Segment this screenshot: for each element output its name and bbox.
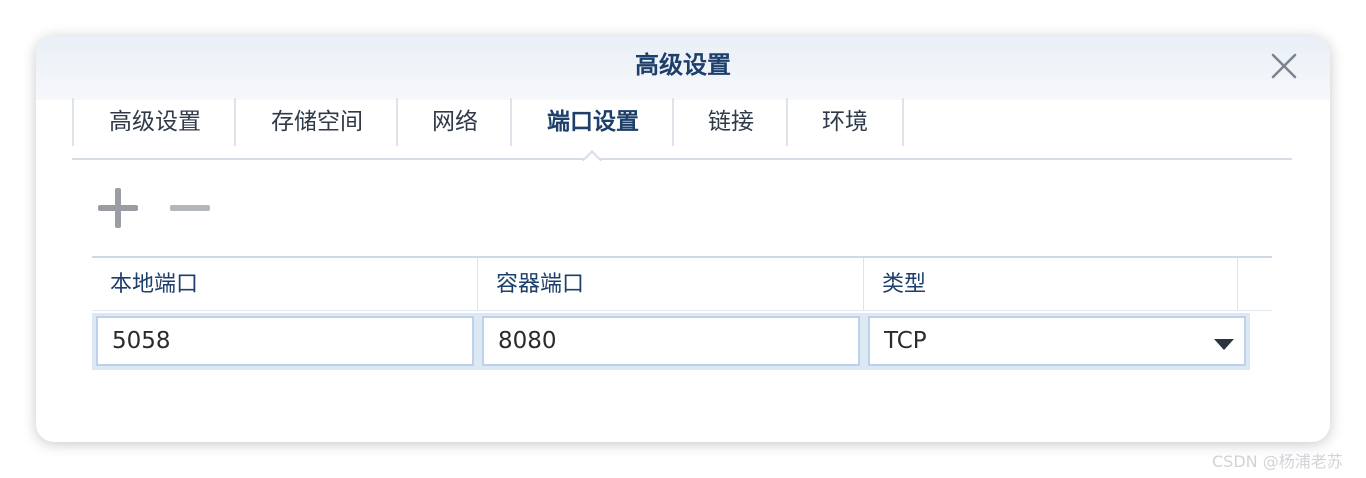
remove-port-button[interactable] xyxy=(168,186,212,230)
type-select[interactable]: TCP xyxy=(868,316,1246,366)
column-header-local-port[interactable]: 本地端口 xyxy=(92,258,478,310)
tab-storage[interactable]: 存储空间 xyxy=(234,98,398,146)
dialog-titlebar[interactable]: 高级设置 xyxy=(36,36,1330,100)
tab-network[interactable]: 网络 xyxy=(396,98,512,146)
add-port-button[interactable] xyxy=(96,186,140,230)
column-header-container-port[interactable]: 容器端口 xyxy=(478,258,864,310)
advanced-settings-dialog: 高级设置 高级设置 存储空间 网络 端口设置 链接 环境 本地端口 容器端口 类… xyxy=(36,36,1330,442)
close-icon xyxy=(1271,53,1297,79)
dialog-title: 高级设置 xyxy=(635,51,731,79)
type-select-value: TCP xyxy=(884,328,927,354)
port-table-header: 本地端口 容器端口 类型 xyxy=(92,258,1272,311)
plus-icon xyxy=(98,188,138,228)
chevron-down-icon xyxy=(1214,339,1234,350)
watermark-text: CSDN @杨浦老苏 xyxy=(1212,452,1343,471)
active-tab-indicator xyxy=(582,150,602,170)
tab-links[interactable]: 链接 xyxy=(672,98,788,146)
column-header-type[interactable]: 类型 xyxy=(864,258,1238,310)
container-port-input[interactable]: 8080 xyxy=(482,316,860,366)
tab-port-settings[interactable]: 端口设置 xyxy=(510,98,674,146)
close-button[interactable] xyxy=(1270,52,1298,80)
local-port-input[interactable]: 5058 xyxy=(96,316,474,366)
minus-icon xyxy=(170,205,210,211)
port-table: 本地端口 容器端口 类型 5058 8080 TCP xyxy=(92,256,1272,370)
tab-environment[interactable]: 环境 xyxy=(786,98,904,146)
tab-advanced-settings[interactable]: 高级设置 xyxy=(72,98,236,146)
tab-bar: 高级设置 存储空间 网络 端口设置 链接 环境 xyxy=(72,98,1292,170)
